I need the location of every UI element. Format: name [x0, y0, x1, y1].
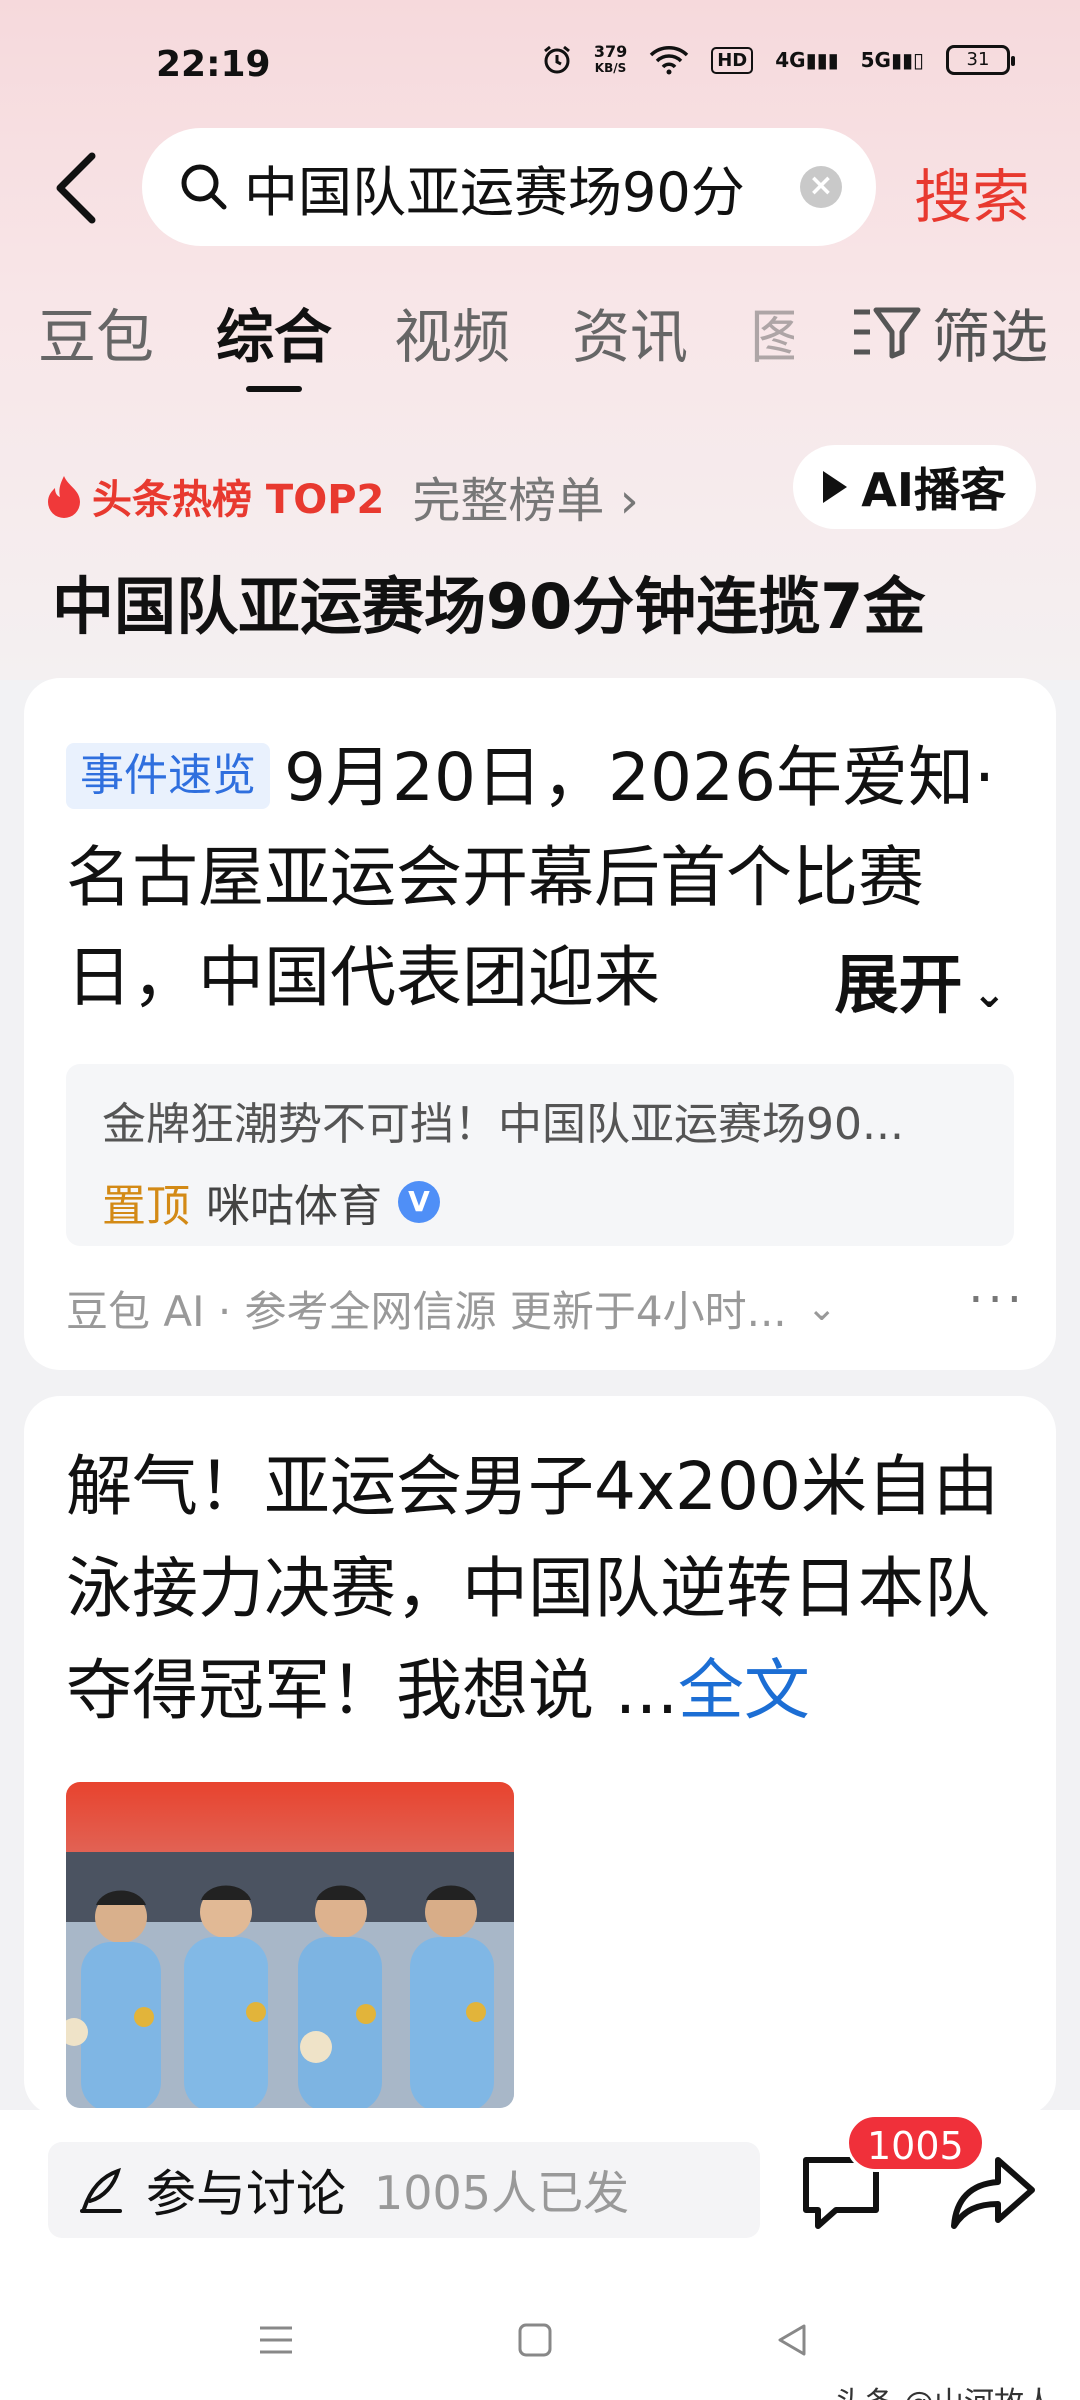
event-summary-card[interactable]: 事件速览 9月20日，2026年爱知·名古屋亚运会开幕后首个比赛日，中国代表团迎来… — [24, 678, 1056, 1370]
discuss-label: 参与讨论 — [146, 2165, 346, 2223]
search-row: 中国队亚运赛场90分 × 搜索 — [0, 128, 1080, 248]
source-meta: 置顶 咪咕体育 V — [102, 1170, 978, 1234]
play-icon — [823, 471, 848, 503]
hot-list-link[interactable]: 头条热榜 TOP2 完整榜单 › — [46, 461, 639, 531]
menu-icon[interactable] — [256, 2320, 296, 2360]
expand-button[interactable]: 展开 ⌄ — [754, 936, 1006, 1044]
pinned-label: 置顶 — [102, 1181, 190, 1232]
flame-icon — [48, 476, 80, 518]
back-arrow-icon[interactable] — [48, 148, 108, 228]
source-name[interactable]: 咪咕体育 — [206, 1170, 382, 1234]
ai-source-note: 豆包 AI · 参考全网信源 更新于4小时... — [66, 1287, 787, 1336]
tab-video[interactable]: 视频 — [394, 290, 510, 374]
filter-icon — [853, 307, 921, 359]
discuss-input[interactable]: 参与讨论 1005人已发 — [48, 2142, 760, 2238]
signal-5g: 5G▮▮▯ — [860, 48, 924, 72]
search-icon — [181, 164, 227, 210]
category-tabs: 豆包 综合 视频 资讯 图 筛选 — [38, 290, 1048, 392]
tab-doubao[interactable]: 豆包 — [38, 290, 154, 374]
hot-list-row: 头条热榜 TOP2 完整榜单 › AI播客 — [46, 445, 1036, 529]
chevron-down-icon[interactable]: ⌄ — [807, 1288, 837, 1329]
signal-4g: 4G▮▮▮ — [775, 48, 839, 72]
search-button[interactable]: 搜索 — [914, 150, 1030, 234]
alarm-icon — [543, 45, 570, 74]
active-tab-indicator — [246, 386, 302, 392]
hd-badge: HD — [711, 46, 754, 74]
clock: 22:19 — [156, 44, 271, 85]
status-bar: 22:19 379 KB/S HD 4G▮▮▮ 5G▮▮▯ 31 — [0, 0, 1080, 130]
tab-images[interactable]: 图 — [750, 290, 794, 374]
watermark: 头条 @山河故人 — [834, 2378, 1054, 2400]
battery-icon: 31 — [946, 45, 1015, 75]
source-box[interactable]: 金牌狂潮势不可挡！中国队亚运赛场90... 置顶 咪咕体育 V — [66, 1064, 1014, 1246]
search-input[interactable]: 中国队亚运赛场90分 × — [142, 128, 876, 246]
tab-news[interactable]: 资讯 — [572, 290, 688, 374]
pen-icon — [80, 2167, 122, 2213]
article-card[interactable]: 解气！亚运会男子4x200米自由泳接力决赛，中国队逆转日本队夺得冠军！我想说 .… — [24, 1396, 1056, 2116]
full-text-link[interactable]: 全文 — [678, 1652, 810, 1729]
chevron-down-icon: ⌄ — [972, 971, 1006, 1017]
full-list-link[interactable]: 完整榜单 › — [412, 461, 638, 531]
verified-icon: V — [398, 1181, 440, 1223]
clear-icon[interactable]: × — [800, 166, 842, 208]
source-headline: 金牌狂潮势不可挡！中国队亚运赛场90... — [102, 1099, 904, 1150]
article-thumbnail[interactable] — [66, 1782, 514, 2108]
filter-button[interactable]: 筛选 — [852, 290, 1048, 374]
event-tag: 事件速览 — [66, 743, 270, 809]
summary-footer: 豆包 AI · 参考全网信源 更新于4小时... ⌄ ··· — [66, 1272, 1026, 1339]
share-icon[interactable] — [948, 2146, 1038, 2236]
search-query: 中国队亚运赛场90分 — [244, 160, 745, 224]
more-options-icon[interactable]: ··· — [968, 1272, 1026, 1328]
article-title: 解气！亚运会男子4x200米自由泳接力决赛，中国队逆转日本队夺得冠军！我想说 .… — [66, 1448, 1000, 1729]
hot-topic-title[interactable]: 中国队亚运赛场90分钟连揽7金 — [52, 556, 925, 646]
tab-comprehensive[interactable]: 综合 — [216, 290, 332, 374]
hot-rank-label: 头条热榜 TOP2 — [92, 477, 385, 523]
wifi-icon — [650, 46, 689, 75]
home-icon[interactable] — [515, 2320, 555, 2360]
back-icon[interactable] — [772, 2320, 812, 2360]
ai-podcast-button[interactable]: AI播客 — [793, 445, 1036, 529]
discuss-count: 1005人已发 — [374, 2166, 630, 2220]
network-speed: 379 KB/S — [593, 42, 628, 76]
status-icons: 379 KB/S HD 4G▮▮▮ 5G▮▮▯ 31 — [542, 42, 1015, 76]
